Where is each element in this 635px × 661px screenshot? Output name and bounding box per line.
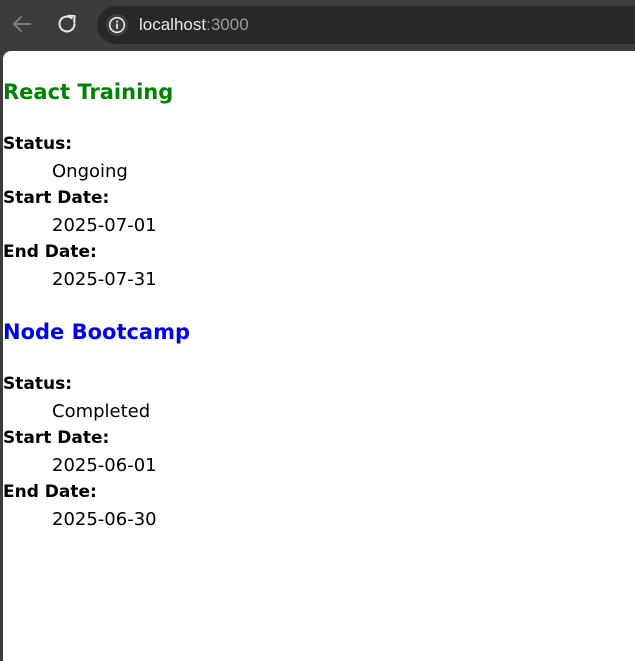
- site-info-button[interactable]: [106, 14, 128, 36]
- browser-toolbar: localhost:3000: [0, 0, 635, 50]
- url-port: :3000: [206, 15, 249, 34]
- end-date-label: End Date:: [3, 242, 97, 262]
- status-value: Completed: [52, 401, 151, 422]
- end-date-value: 2025-06-30: [52, 509, 157, 530]
- end-date-label: End Date:: [3, 482, 97, 502]
- status-label: Status:: [3, 374, 72, 394]
- start-date-label: Start Date:: [3, 428, 110, 448]
- status-label: Status:: [3, 134, 72, 154]
- end-date-value: 2025-07-31: [52, 269, 157, 290]
- url-text[interactable]: localhost:3000: [139, 15, 249, 35]
- back-arrow-icon: [13, 16, 31, 32]
- start-date-value: 2025-07-01: [52, 215, 157, 236]
- start-date-value: 2025-06-01: [52, 455, 157, 476]
- reload-button[interactable]: [53, 10, 81, 38]
- training-card: React Training Status: Ongoing Start Dat…: [3, 78, 173, 293]
- page-viewport: React Training Status: Ongoing Start Dat…: [3, 51, 635, 661]
- start-date-label: Start Date:: [3, 188, 110, 208]
- reload-icon: [58, 14, 76, 33]
- back-button[interactable]: [8, 10, 36, 38]
- status-value: Ongoing: [52, 161, 128, 182]
- info-icon: [108, 16, 126, 34]
- browser-window: localhost:3000 React Training Status: On…: [0, 0, 635, 661]
- training-title: Node Bootcamp: [3, 320, 191, 344]
- training-title: React Training: [3, 80, 174, 104]
- url-host: localhost: [139, 15, 207, 34]
- address-bar[interactable]: localhost:3000: [97, 6, 635, 44]
- training-card: Node Bootcamp Status: Completed Start Da…: [3, 318, 190, 533]
